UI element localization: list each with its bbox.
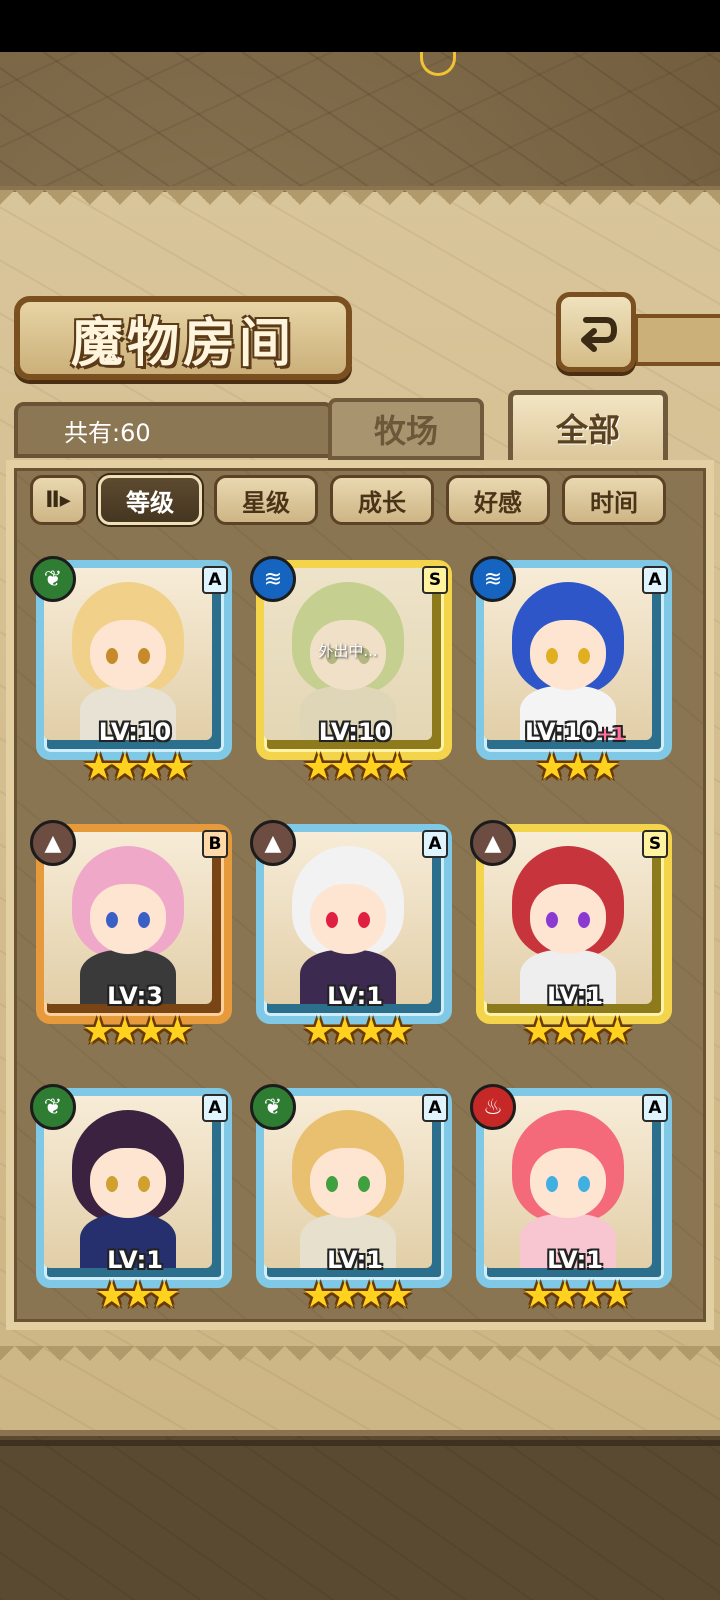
star-rating: ★★★★ [302, 1275, 413, 1316]
sort-order-toggle[interactable]: Ⅱ▸ [30, 475, 86, 525]
monster-level: LV:3 [30, 982, 240, 1010]
sort-bar: Ⅱ▸ 等级 星级 成长 好感 时间 [30, 474, 690, 526]
monster-card[interactable]: ▲ A LV:1 ★★★★ [250, 820, 460, 1054]
level-label: LV:1 [107, 1246, 163, 1274]
rarity-badge: A [422, 1094, 448, 1122]
star-rating: ★★★★ [82, 747, 193, 788]
sort-star-button[interactable]: 星级 [214, 475, 318, 525]
rarity-badge: A [202, 1094, 228, 1122]
rarity-badge: S [422, 566, 448, 594]
sort-level-button[interactable]: 等级 [98, 475, 202, 525]
star-rating: ★★★★ [82, 1011, 193, 1052]
water-element-icon: ≋ [470, 556, 516, 602]
earth-element-icon: ▲ [30, 820, 76, 866]
bottom-map-area [0, 1440, 720, 1600]
monster-card[interactable]: ❦ A LV:1 ★★★ [30, 1084, 240, 1318]
monster-card[interactable]: ▲ S LV:1 ★★★★ [470, 820, 680, 1054]
rarity-badge: A [202, 566, 228, 594]
sort-affection-button[interactable]: 好感 [446, 475, 550, 525]
star-rating: ★★★★ [522, 1011, 633, 1052]
monster-card[interactable]: ≋ A LV:10+1 ★★★ [470, 556, 680, 790]
title-plate: 魔物房间 [14, 296, 352, 380]
level-label: LV:1 [327, 1246, 383, 1274]
star-rating: ★★★★ [302, 747, 413, 788]
rarity-badge: B [202, 830, 228, 858]
star-rating: ★★★★ [522, 1275, 633, 1316]
back-rail [634, 314, 720, 366]
level-label: LV:1 [547, 1246, 603, 1274]
monster-card[interactable]: ❦ A LV:10 ★★★★ [30, 556, 240, 790]
monster-card[interactable]: ♨ A LV:1 ★★★★ [470, 1084, 680, 1318]
monster-level: LV:10 [250, 718, 460, 746]
level-label: LV:3 [107, 982, 163, 1010]
status-bar [0, 0, 720, 52]
sort-time-button[interactable]: 时间 [562, 475, 666, 525]
monster-level: LV:1 [250, 1246, 460, 1274]
monster-card[interactable]: ▲ B LV:3 ★★★★ [30, 820, 240, 1054]
tab-ranch[interactable]: 牧场 [328, 398, 484, 460]
back-arrow-icon [581, 317, 618, 352]
page-title: 魔物房间 [70, 312, 295, 374]
star-rating: ★★★★ [302, 1011, 413, 1052]
tab-all[interactable]: 全部 [508, 390, 668, 460]
level-label: LV:10 [98, 718, 172, 746]
zigzag-border-bottom [0, 1346, 720, 1376]
earth-element-icon: ▲ [470, 820, 516, 866]
sort-growth-button[interactable]: 成长 [330, 475, 434, 525]
monster-level: LV:10+1 [470, 718, 680, 746]
monster-count: 共有:60 [64, 418, 151, 447]
monster-level: LV:1 [250, 982, 460, 1010]
leaf-element-icon: ❦ [30, 556, 76, 602]
back-button[interactable] [556, 292, 636, 372]
level-label: LV:10 [318, 718, 392, 746]
count-bar: 共有:60 [14, 402, 334, 458]
level-label: LV:10 [524, 718, 598, 746]
leaf-element-icon: ❦ [250, 1084, 296, 1130]
away-status: 外出中... [318, 642, 378, 660]
rarity-badge: S [642, 830, 668, 858]
monster-level: LV:1 [470, 1246, 680, 1274]
monster-level: LV:1 [470, 982, 680, 1010]
level-label: LV:1 [547, 982, 603, 1010]
rarity-badge: A [642, 1094, 668, 1122]
level-bonus: +1 [597, 724, 626, 745]
monster-card[interactable]: ❦ A LV:1 ★★★★ [250, 1084, 460, 1318]
monster-level: LV:10 [30, 718, 240, 746]
monster-grid: ❦ A LV:10 ★★★★ 外出中... ≋ S LV:10 ★★★★ ≋ A… [30, 556, 690, 1318]
fire-element-icon: ♨ [470, 1084, 516, 1130]
rarity-badge: A [642, 566, 668, 594]
star-rating: ★★★ [535, 747, 621, 788]
zigzag-border-top [0, 190, 720, 220]
level-label: LV:1 [327, 982, 383, 1010]
water-element-icon: ≋ [250, 556, 296, 602]
earth-element-icon: ▲ [250, 820, 296, 866]
star-rating: ★★★ [95, 1275, 181, 1316]
monster-level: LV:1 [30, 1246, 240, 1274]
leaf-element-icon: ❦ [30, 1084, 76, 1130]
rarity-badge: A [422, 830, 448, 858]
monster-card[interactable]: 外出中... ≋ S LV:10 ★★★★ [250, 556, 460, 790]
